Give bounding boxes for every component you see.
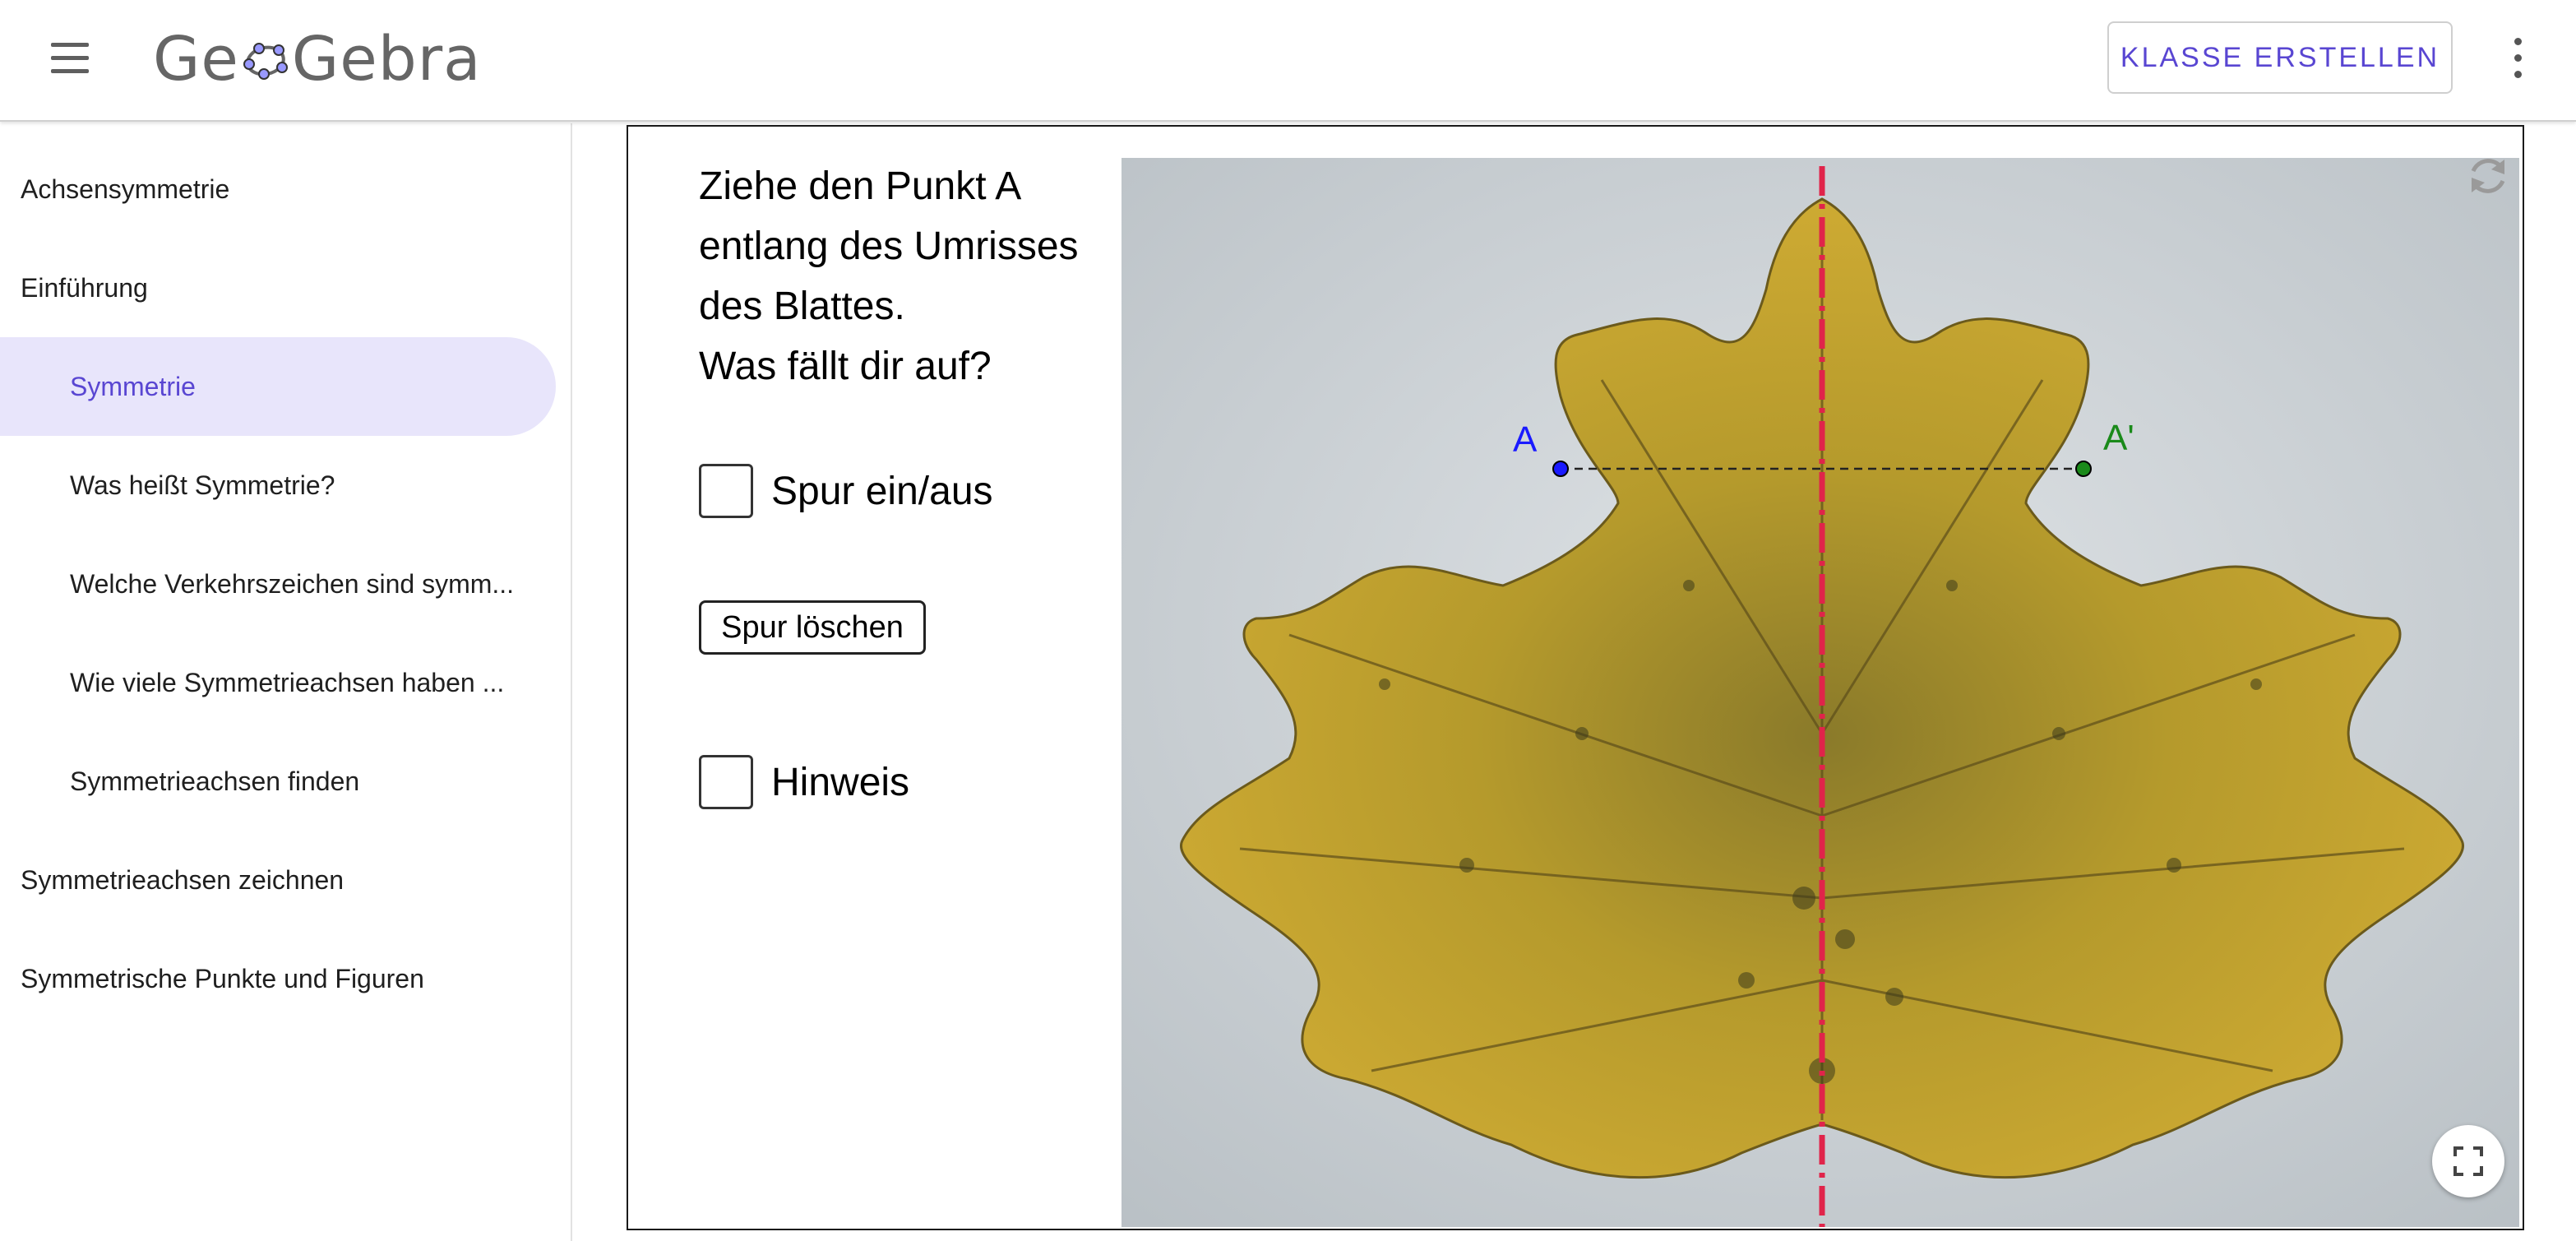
trace-checkbox[interactable] bbox=[699, 464, 753, 518]
point-a-label: A bbox=[1513, 419, 1538, 460]
more-options-icon[interactable] bbox=[2500, 33, 2536, 82]
instruction-line: Was fällt dir auf? bbox=[699, 345, 992, 388]
hint-checkbox[interactable] bbox=[699, 755, 753, 809]
sidebar-item-achsensymmetrie[interactable]: Achsensymmetrie bbox=[0, 140, 567, 238]
leaf-image bbox=[1122, 158, 2519, 1227]
geogebra-applet: Ziehe den Punkt A entlang des Umrisses d… bbox=[627, 125, 2524, 1230]
point-a-prime-label: A' bbox=[2103, 418, 2134, 458]
point-a[interactable] bbox=[1549, 457, 1572, 480]
sidebar-item-symmetrie[interactable]: Symmetrie bbox=[0, 337, 556, 436]
sidebar-item-symmetrieachsen-zeichnen[interactable]: Symmetrieachsen zeichnen bbox=[0, 831, 567, 929]
geogebra-logo[interactable]: Ge Gebra bbox=[153, 18, 482, 100]
create-class-button[interactable]: KLASSE ERSTELLEN bbox=[2107, 21, 2453, 94]
trace-checkbox-label: Spur ein/aus bbox=[771, 469, 993, 513]
chapter-sidebar: Achsensymmetrie Einführung Symmetrie Was… bbox=[0, 123, 572, 1241]
hamburger-menu-icon[interactable] bbox=[48, 36, 92, 81]
refresh-icon[interactable] bbox=[2463, 151, 2513, 201]
instruction-line: des Blattes. bbox=[699, 285, 905, 328]
hint-toggle[interactable]: Hinweis bbox=[699, 755, 909, 809]
fullscreen-button[interactable] bbox=[2432, 1125, 2504, 1197]
sidebar-item-wie-viele-symmetrieachsen[interactable]: Wie viele Symmetrieachsen haben ... bbox=[0, 633, 543, 732]
top-app-bar: Ge Gebra KLASSE ERSTELLEN bbox=[0, 0, 2576, 122]
point-a-prime bbox=[2075, 461, 2092, 477]
sidebar-item-was-heisst-symmetrie[interactable]: Was heißt Symmetrie? bbox=[0, 436, 543, 535]
clear-trace-button[interactable]: Spur löschen bbox=[699, 600, 926, 655]
sidebar-item-einfuehrung[interactable]: Einführung bbox=[0, 238, 567, 337]
sidebar-item-symmetrische-punkte[interactable]: Symmetrische Punkte und Figuren bbox=[0, 929, 567, 1028]
trace-toggle[interactable]: Spur ein/aus bbox=[699, 464, 993, 518]
task-instructions: Ziehe den Punkt A entlang des Umrisses d… bbox=[699, 156, 1126, 396]
graphics-view[interactable]: A A' bbox=[1122, 158, 2519, 1227]
sidebar-item-verkehrszeichen[interactable]: Welche Verkehrszeichen sind symm... bbox=[0, 535, 543, 633]
instruction-line: entlang des Umrisses bbox=[699, 225, 1079, 268]
sidebar-item-symmetrieachsen-finden[interactable]: Symmetrieachsen finden bbox=[0, 732, 543, 831]
geogebra-ellipse-icon bbox=[243, 43, 288, 80]
fullscreen-icon bbox=[2453, 1146, 2483, 1176]
hint-checkbox-label: Hinweis bbox=[771, 760, 910, 804]
instruction-line: Ziehe den Punkt A bbox=[699, 164, 1022, 208]
